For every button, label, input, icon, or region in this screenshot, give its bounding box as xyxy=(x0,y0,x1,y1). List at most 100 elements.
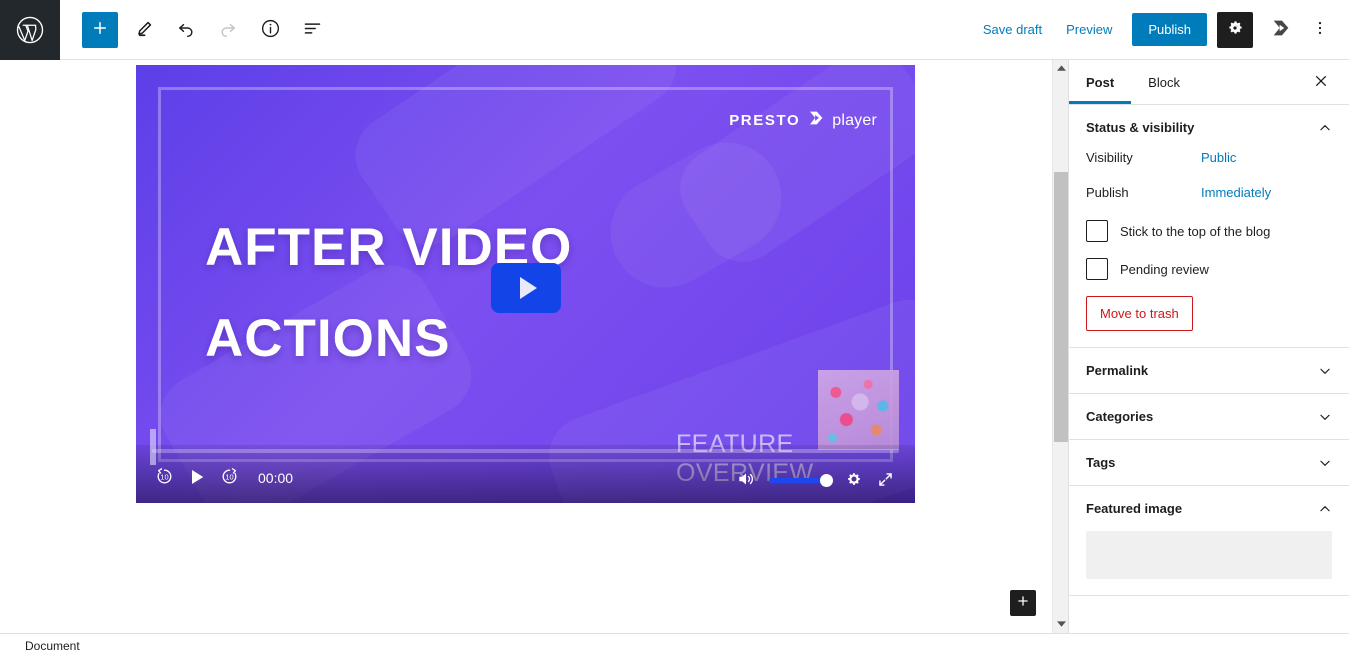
pencil-icon xyxy=(135,19,154,41)
scroll-up-arrow[interactable] xyxy=(1053,60,1069,77)
picture-in-picture-thumbnail xyxy=(818,370,899,450)
sticky-post-checkbox[interactable] xyxy=(1086,220,1108,242)
chevron-down-icon xyxy=(1318,410,1332,424)
pending-review-checkbox[interactable] xyxy=(1086,258,1108,280)
panel-title: Featured image xyxy=(1086,501,1183,516)
plus-icon xyxy=(1016,594,1030,613)
chevron-down-icon xyxy=(1318,456,1332,470)
panel-featured-image-header[interactable]: Featured image xyxy=(1069,486,1349,531)
inserter-floating-button[interactable] xyxy=(1010,590,1036,616)
sticky-post-label: Stick to the top of the blog xyxy=(1120,223,1271,239)
close-x-icon xyxy=(1313,73,1329,92)
brand-name-secondary: player xyxy=(832,111,877,129)
preview-button[interactable]: Preview xyxy=(1054,14,1124,45)
fullscreen-button[interactable] xyxy=(876,470,895,492)
featured-image-placeholder[interactable] xyxy=(1086,531,1332,579)
sticky-post-row: Stick to the top of the blog xyxy=(1086,220,1332,242)
publish-value-button[interactable]: Immediately xyxy=(1201,185,1271,200)
panel-title: Categories xyxy=(1086,409,1154,424)
panel-categories: Categories xyxy=(1069,394,1349,440)
panel-permalink-header[interactable]: Permalink xyxy=(1069,348,1349,393)
panel-categories-header[interactable]: Categories xyxy=(1069,394,1349,439)
save-draft-button[interactable]: Save draft xyxy=(971,14,1054,45)
volume-on-icon xyxy=(736,469,756,492)
presto-player-plugin-icon xyxy=(1270,17,1292,42)
panel-title: Status & visibility xyxy=(1086,120,1195,135)
settings-sidebar: Post Block Status & visibility Visibilit… xyxy=(1068,60,1349,633)
rewind-10-icon: 10 xyxy=(154,466,175,490)
play-icon xyxy=(187,466,207,491)
chevron-up-icon xyxy=(1318,121,1332,135)
kebab-menu-icon xyxy=(1311,19,1329,40)
undo-button[interactable] xyxy=(168,12,204,48)
panel-tags: Tags xyxy=(1069,440,1349,486)
chevron-down-icon xyxy=(1318,364,1332,378)
pending-review-row: Pending review xyxy=(1086,258,1332,280)
svg-text:10: 10 xyxy=(160,472,168,481)
panel-status-visibility-body: Visibility Public Publish Immediately St… xyxy=(1069,150,1349,347)
sidebar-tab-bar: Post Block xyxy=(1069,60,1349,105)
video-settings-button[interactable] xyxy=(844,470,863,492)
panel-title: Tags xyxy=(1086,455,1116,470)
visibility-value-button[interactable]: Public xyxy=(1201,150,1236,165)
toolbar-left-group xyxy=(60,11,330,48)
details-button[interactable] xyxy=(252,12,288,48)
scroll-down-arrow[interactable] xyxy=(1053,616,1069,633)
video-play-overlay-button[interactable] xyxy=(491,263,561,313)
panel-status-visibility: Status & visibility Visibility Public Pu… xyxy=(1069,105,1349,348)
chevron-up-icon xyxy=(1318,502,1332,516)
add-block-button[interactable] xyxy=(82,11,118,48)
gear-icon xyxy=(844,470,863,492)
list-view-icon xyxy=(302,18,323,42)
presto-player-watermark: PRESTO player xyxy=(729,109,877,132)
video-progress-bar[interactable] xyxy=(152,449,899,453)
panel-featured-image-body xyxy=(1069,531,1349,595)
list-view-button[interactable] xyxy=(294,12,330,48)
video-control-bar: 10 10 00:00 xyxy=(136,429,915,503)
tab-block[interactable]: Block xyxy=(1131,60,1197,104)
document-breadcrumb-label[interactable]: Document xyxy=(0,639,80,653)
close-sidebar-button[interactable] xyxy=(1305,66,1337,98)
editor-status-bar: Document xyxy=(0,633,1349,657)
forward-10-button[interactable]: 10 xyxy=(219,466,240,490)
volume-button[interactable] xyxy=(736,469,756,492)
fullscreen-expand-icon xyxy=(876,470,895,492)
redo-button[interactable] xyxy=(210,12,246,48)
publish-row: Publish Immediately xyxy=(1086,185,1332,200)
volume-slider-knob[interactable] xyxy=(820,474,833,487)
forward-10-icon: 10 xyxy=(219,466,240,490)
toolbar-right-group: Save draft Preview Publish xyxy=(971,11,1349,48)
plus-icon xyxy=(91,19,109,40)
publish-button[interactable]: Publish xyxy=(1132,13,1207,46)
scrollbar-thumb[interactable] xyxy=(1054,172,1068,442)
edit-mode-button[interactable] xyxy=(126,12,162,48)
editor-canvas: PRESTO player AFTER VIDEO ACTIONS FEATUR… xyxy=(0,60,1052,633)
undo-arrow-icon xyxy=(176,18,196,41)
video-controls-right xyxy=(736,469,895,492)
info-circle-icon xyxy=(260,18,281,42)
rewind-10-button[interactable]: 10 xyxy=(154,466,175,490)
move-to-trash-button[interactable]: Move to trash xyxy=(1086,296,1193,331)
gear-icon xyxy=(1225,18,1245,41)
redo-arrow-icon xyxy=(218,18,238,41)
panel-status-visibility-header[interactable]: Status & visibility xyxy=(1069,105,1349,150)
video-controls-left: 10 10 00:00 xyxy=(136,458,293,491)
video-progress-handle[interactable] xyxy=(150,429,156,465)
more-options-button[interactable] xyxy=(1305,12,1335,48)
panel-featured-image: Featured image xyxy=(1069,486,1349,596)
brand-name-primary: PRESTO xyxy=(729,112,801,129)
settings-sidebar-toggle[interactable] xyxy=(1217,11,1253,48)
presto-player-video-block[interactable]: PRESTO player AFTER VIDEO ACTIONS FEATUR… xyxy=(136,65,915,503)
publish-label: Publish xyxy=(1086,185,1129,200)
tab-post[interactable]: Post xyxy=(1069,60,1131,104)
panel-tags-header[interactable]: Tags xyxy=(1069,440,1349,485)
volume-slider[interactable] xyxy=(769,474,833,487)
svg-text:10: 10 xyxy=(225,472,233,481)
wordpress-logo-button[interactable] xyxy=(0,0,60,60)
presto-player-plugin-button[interactable] xyxy=(1263,12,1299,48)
play-pause-button[interactable] xyxy=(187,466,207,491)
video-time-display: 00:00 xyxy=(258,470,294,486)
editor-canvas-scrollbar[interactable] xyxy=(1052,60,1069,633)
volume-slider-fill xyxy=(769,478,824,483)
play-triangle-icon xyxy=(519,277,537,299)
